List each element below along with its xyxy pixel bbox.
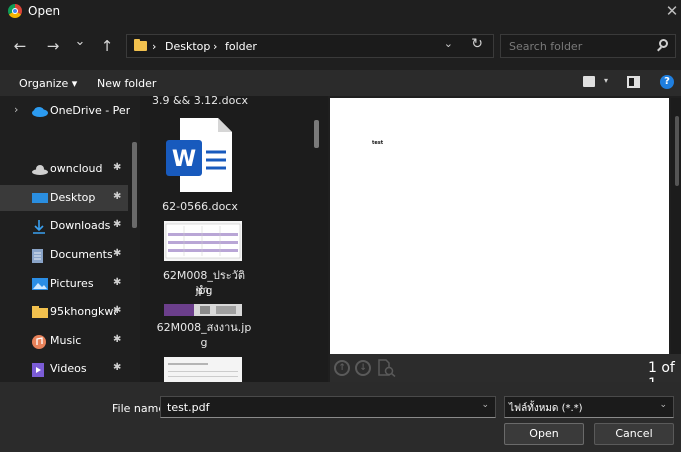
desktop-icon (32, 192, 48, 204)
file-type-select[interactable]: ไฟล์ทั้งหมด (*.*) ⌄ (504, 396, 674, 418)
music-icon (32, 335, 46, 349)
navigation-pane: › OneDrive - Persc owncloud ✱ Desktop ✱ … (0, 96, 140, 382)
sidebar-item-label: Downloads (50, 219, 111, 232)
image-thumbnail[interactable] (164, 221, 242, 261)
sidebar-item-95khongkwai[interactable]: 95khongkwai ✱ (0, 299, 128, 325)
folder-icon (134, 39, 147, 51)
sidebar-item-desktop[interactable]: Desktop ✱ (0, 185, 128, 211)
sidebar-item-downloads[interactable]: Downloads ✱ (0, 213, 128, 239)
window-title: Open (28, 4, 61, 18)
breadcrumb-separator: › (213, 40, 218, 53)
preview-scrollbar[interactable] (675, 116, 679, 186)
download-icon (32, 220, 46, 234)
change-view-icon[interactable] (583, 76, 595, 87)
cloud-icon (32, 163, 48, 175)
sidebar-item-music[interactable]: Music ✱ (0, 328, 128, 354)
pin-icon: ✱ (113, 248, 122, 259)
sidebar-item-label: Music (50, 334, 82, 347)
sidebar-item-onedrive[interactable]: › OneDrive - Persc (0, 98, 130, 124)
sidebar-item-label: Desktop (50, 191, 96, 204)
search-box[interactable] (500, 34, 676, 58)
back-arrow-icon[interactable]: ← (9, 35, 31, 57)
sidebar-item-pictures[interactable]: Pictures ✱ (0, 271, 128, 297)
sidebar-scrollbar[interactable] (132, 142, 137, 228)
pin-icon: ✱ (113, 362, 122, 373)
chevron-down-icon[interactable]: ⌄ (659, 400, 667, 410)
file-name-partial[interactable]: 3.9 && 3.12.docx (152, 93, 248, 108)
close-icon[interactable]: ✕ (664, 2, 680, 20)
onedrive-icon (32, 105, 48, 117)
breadcrumb-folder[interactable]: folder (225, 40, 257, 53)
page-up-icon[interactable]: ↑ (334, 360, 350, 376)
pictures-icon (32, 278, 48, 290)
file-type-value: ไฟล์ทั้งหมด (*.*) (509, 403, 583, 414)
word-document-icon[interactable]: W (166, 118, 234, 192)
image-thumbnail[interactable] (164, 357, 242, 382)
open-button[interactable]: Open (504, 423, 584, 445)
folder-icon (32, 306, 48, 318)
search-input[interactable] (507, 39, 651, 54)
pin-icon: ✱ (113, 191, 122, 202)
file-item-label-line1[interactable]: 62M008_สงงาน.jp (156, 320, 252, 335)
forward-arrow-icon[interactable]: → (42, 35, 64, 57)
cancel-button[interactable]: Cancel (594, 423, 674, 445)
chrome-app-icon (8, 4, 22, 18)
title-bar (0, 0, 681, 24)
find-in-document-icon[interactable] (377, 359, 397, 378)
sidebar-item-label: owncloud (50, 162, 103, 175)
sidebar-item-label: 95khongkwai (50, 305, 116, 318)
chevron-down-icon[interactable]: ⌄ (481, 400, 489, 410)
chevron-right-icon[interactable]: › (14, 103, 18, 116)
file-name-input[interactable] (165, 400, 469, 415)
sidebar-item-label: Videos (50, 362, 87, 375)
sidebar-item-videos[interactable]: Videos ✱ (0, 356, 128, 382)
new-folder-button[interactable]: New folder (97, 77, 156, 90)
image-thumbnail[interactable] (164, 304, 242, 316)
address-bar[interactable]: › Desktop › folder ⌄ ↻ (126, 34, 494, 58)
breadcrumb-separator: › (152, 40, 157, 53)
sidebar-item-label: Pictures (50, 277, 94, 290)
sidebar-item-owncloud[interactable]: owncloud ✱ (0, 156, 128, 182)
page-down-icon[interactable]: ↓ (355, 360, 371, 376)
file-item-62-0566[interactable]: 62-0566.docx (152, 199, 248, 214)
pin-icon: ✱ (113, 334, 122, 345)
file-item-label-line2[interactable]: g (156, 335, 252, 350)
preview-pane: test (330, 98, 669, 354)
sidebar-item-label: Documents (50, 248, 112, 261)
svg-text:W: W (172, 147, 196, 172)
documents-icon (32, 249, 46, 263)
refresh-icon[interactable]: ↻ (471, 36, 483, 52)
preview-document-text: test (372, 140, 384, 146)
up-arrow-icon[interactable]: ↑ (96, 35, 118, 57)
chevron-down-icon[interactable]: ⌄ (444, 37, 453, 50)
videos-icon (32, 363, 46, 377)
help-icon[interactable]: ? (660, 75, 674, 89)
preview-pane-icon[interactable] (627, 76, 640, 88)
organize-menu[interactable]: Organize ▾ (19, 77, 77, 90)
pin-icon: ✱ (113, 219, 122, 230)
view-dropdown-icon[interactable]: ▾ (604, 76, 608, 85)
file-item-label-line2[interactable]: jpg (156, 283, 252, 298)
breadcrumb-desktop[interactable]: Desktop (165, 40, 210, 53)
pin-icon: ✱ (113, 277, 122, 288)
sidebar-item-label: OneDrive - Persc (50, 104, 130, 117)
recent-locations-chevron-icon[interactable]: ⌄ (69, 31, 91, 53)
pin-icon: ✱ (113, 305, 122, 316)
file-name-combobox[interactable]: ⌄ (160, 396, 496, 418)
pin-icon: ✱ (113, 162, 122, 173)
file-list-scrollbar[interactable] (314, 120, 319, 148)
search-icon[interactable] (659, 39, 668, 48)
sidebar-item-documents[interactable]: Documents ✱ (0, 242, 128, 268)
